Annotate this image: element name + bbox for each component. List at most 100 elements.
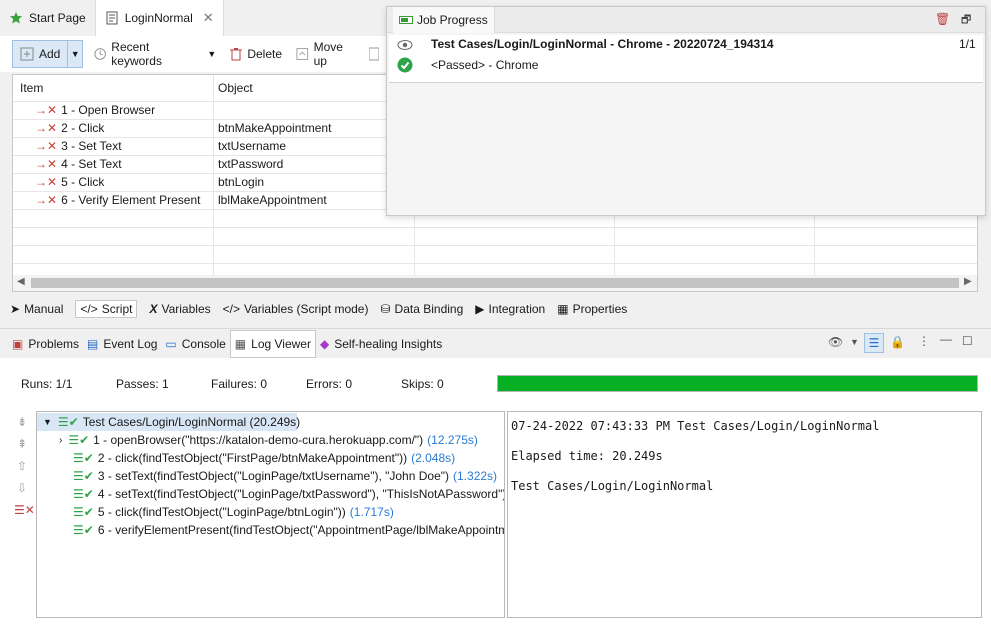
step-text: 2 - click(findTestObject("FirstPage/btnM… xyxy=(97,451,408,465)
tab-label: Console xyxy=(181,336,226,351)
log-line: 07-24-2022 07:43:33 PM Test Cases/Login/… xyxy=(511,419,880,433)
tree-step-row[interactable]: › ☰✔ 1 - openBrowser("https://katalon-de… xyxy=(59,431,478,449)
tree-step-row[interactable]: ☰✔ 4 - setText(findTestObject("LoginPage… xyxy=(73,485,504,503)
tree-view-icon[interactable]: ☰ xyxy=(864,333,884,353)
table-row[interactable]: →✕ 5 - Click xyxy=(35,173,104,191)
tab-properties[interactable]: ▦ Properties xyxy=(557,302,627,316)
keyword-icon: →✕ xyxy=(35,193,58,207)
delete-button[interactable]: Delete xyxy=(223,40,289,68)
delete-label: Delete xyxy=(247,47,283,61)
tab-variables-script-mode[interactable]: </> Variables (Script mode) xyxy=(223,302,369,316)
problems-icon: ▣ xyxy=(12,336,24,351)
progress-fill xyxy=(498,376,977,391)
lock-icon[interactable]: 🔒 xyxy=(890,335,905,349)
tab-problems[interactable]: ▣ Problems xyxy=(8,330,83,358)
table-row[interactable]: →✕ 3 - Set Text xyxy=(35,137,122,155)
tab-script[interactable]: </> Script xyxy=(75,300,138,318)
move-down-button[interactable] xyxy=(362,40,386,68)
step-passed-icon: ☰✔ xyxy=(73,451,94,465)
table-row[interactable]: →✕ 6 - Verify Element Present xyxy=(35,191,200,209)
tab-label: Variables xyxy=(161,302,211,316)
event-log-icon: ▤ xyxy=(87,336,99,351)
column-header-item[interactable]: Item xyxy=(20,75,43,101)
self-healing-icon: ◆ xyxy=(319,336,330,351)
tab-log-viewer[interactable]: ▦ Log Viewer xyxy=(229,329,316,358)
scrollbar-thumb[interactable] xyxy=(31,278,959,288)
tab-integration[interactable]: ▶ Integration xyxy=(475,302,545,316)
clock-icon xyxy=(94,48,106,60)
clear-icon[interactable]: 🗑 xyxy=(935,12,950,26)
more-icon[interactable]: ⋮ xyxy=(918,334,930,348)
tab-console[interactable]: ▭ Console xyxy=(161,330,229,358)
log-side-toolbar: ⇟ ⇞ ⇧ ⇩ ☰✕ xyxy=(14,414,35,524)
tab-job-progress[interactable]: Job Progress xyxy=(393,6,495,33)
step-time: (1.717s) xyxy=(349,505,394,519)
test-case-passed-icon: ☰✔ xyxy=(57,415,79,429)
tab-event-log[interactable]: ▤ Event Log xyxy=(83,330,161,358)
step-item: 3 - Set Text xyxy=(61,139,122,153)
column-header-object[interactable]: Object xyxy=(218,75,253,101)
show-failures-only-icon[interactable]: ☰✕ xyxy=(14,502,35,518)
move-up-button[interactable]: Move up xyxy=(289,40,362,68)
tab-label: Integration xyxy=(488,302,546,316)
table-row[interactable]: →✕ 1 - Open Browser xyxy=(35,101,155,119)
tab-label: Manual xyxy=(24,302,64,316)
tree-root-row[interactable]: ▼ ☰✔ Test Cases/Login/LoginNormal (20.24… xyxy=(37,413,301,431)
tree-step-row[interactable]: ☰✔ 5 - click(findTestObject("LoginPage/b… xyxy=(73,503,394,521)
scroll-right-icon[interactable]: ▶ xyxy=(964,276,972,287)
progress-icon xyxy=(399,15,413,24)
log-output[interactable]: 07-24-2022 07:43:33 PM Test Cases/Login/… xyxy=(507,411,982,618)
chevron-down-icon[interactable]: ▼ xyxy=(850,337,859,347)
tab-login-normal[interactable]: LoginNormal ✕ xyxy=(94,0,224,36)
errors-count: Errors: 0 xyxy=(306,377,353,391)
panel-title: Job Progress xyxy=(417,12,488,27)
previous-failure-icon[interactable]: ⇧ xyxy=(14,458,30,474)
job-list: Test Cases/Login/LoginNormal - Chrome - … xyxy=(389,35,983,83)
cursor-icon: ➤ xyxy=(10,302,21,316)
tree-step-row[interactable]: ☰✔ 2 - click(findTestObject("FirstPage/b… xyxy=(73,449,455,467)
tab-manual[interactable]: ➤ Manual xyxy=(10,302,63,316)
step-item: 1 - Open Browser xyxy=(61,103,156,117)
recent-keywords-label: Recent keywords xyxy=(111,40,162,68)
tab-self-healing-insights[interactable]: ◆ Self-healing Insights xyxy=(316,330,446,358)
eye-icon[interactable]: 👁 xyxy=(828,335,843,349)
eye-icon[interactable] xyxy=(397,39,413,51)
log-spacer xyxy=(511,466,978,476)
table-row[interactable]: →✕ 2 - Click xyxy=(35,119,104,137)
variable-icon: X xyxy=(149,302,158,316)
skips-count: Skips: 0 xyxy=(401,377,444,391)
log-line: Elapsed time: 20.249s xyxy=(511,449,663,463)
horizontal-scrollbar[interactable]: ◀ ▶ xyxy=(13,275,977,291)
job-name: Test Cases/Login/LoginNormal - Chrome - … xyxy=(431,37,774,51)
chevron-down-icon: ▼ xyxy=(207,49,217,59)
step-object: txtPassword xyxy=(218,157,284,171)
editor-toolbar: Add ▼ Recent keywords ▼ Delete Move up xyxy=(0,36,386,72)
restore-icon[interactable]: 🗗 xyxy=(961,11,971,30)
tab-variables[interactable]: X Variables xyxy=(149,302,210,316)
table-row[interactable]: →✕ 4 - Set Text xyxy=(35,155,122,173)
expand-all-icon[interactable]: ⇟ xyxy=(14,414,30,430)
views-tab-bar: ▣ Problems ▤ Event Log ▭ Console ▦ Log Viewe… xyxy=(0,328,991,358)
add-label: Add xyxy=(39,47,61,61)
next-failure-icon[interactable]: ⇩ xyxy=(14,480,30,496)
tab-start-page[interactable]: Start Page xyxy=(0,0,95,36)
tree-root-label: Test Cases/Login/LoginNormal (20.249s) xyxy=(82,415,301,429)
step-passed-icon: ☰✔ xyxy=(73,487,94,501)
tree-step-row[interactable]: ☰✔ 3 - setText(findTestObject("LoginPage… xyxy=(73,467,497,485)
scroll-left-icon[interactable]: ◀ xyxy=(17,276,25,287)
job-progress-panel: Job Progress 🗑 🗗 Test Cases/Login/LoginN… xyxy=(386,6,986,216)
maximize-icon[interactable]: ☐ xyxy=(962,334,973,348)
step-time: (1.322s) xyxy=(453,469,498,483)
close-icon[interactable]: ✕ xyxy=(203,10,214,26)
tab-data-binding[interactable]: ⛁ Data Binding xyxy=(380,302,463,316)
tree-step-row[interactable]: ☰✔ 6 - verifyElementPresent(findTestObje… xyxy=(73,521,504,539)
keyword-icon: →✕ xyxy=(35,157,58,171)
add-dropdown-button[interactable]: ▼ xyxy=(68,40,83,68)
collapse-all-icon[interactable]: ⇞ xyxy=(14,436,30,452)
step-text: 5 - click(findTestObject("LoginPage/btnL… xyxy=(97,505,346,519)
add-button[interactable]: Add xyxy=(12,40,69,68)
step-object: txtUsername xyxy=(218,139,287,153)
keyword-icon: →✕ xyxy=(35,139,58,153)
recent-keywords-button[interactable]: Recent keywords ▼ xyxy=(87,40,223,68)
minimize-icon[interactable]: — xyxy=(940,332,952,346)
